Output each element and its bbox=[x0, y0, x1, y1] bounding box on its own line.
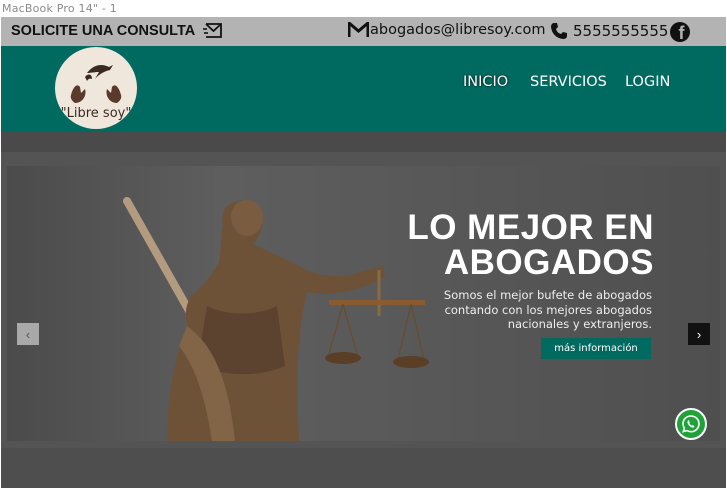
consult-link[interactable]: SOLICITE UNA CONSULTA bbox=[11, 22, 223, 39]
nav-login[interactable]: LOGIN bbox=[625, 74, 670, 90]
send-mail-icon bbox=[203, 23, 223, 38]
nav-servicios[interactable]: SERVICIOS bbox=[530, 74, 607, 90]
more-info-button[interactable]: más información bbox=[541, 338, 651, 359]
brand-logo[interactable]: "Libre soy" bbox=[55, 47, 137, 129]
nav-inicio[interactable]: INICIO bbox=[463, 74, 508, 90]
logo-text: "Libre soy" bbox=[60, 106, 132, 121]
hero-carousel: LO MEJOR EN ABOGADOS Somos el mejor bufe… bbox=[7, 166, 720, 441]
hero-title: LO MEJOR EN ABOGADOS bbox=[407, 210, 654, 280]
phone-icon bbox=[551, 23, 567, 39]
top-bar: SOLICITE UNA CONSULTA abogados@libresoy.… bbox=[1, 17, 726, 46]
swallow-hands-logo-icon bbox=[70, 65, 122, 103]
hero-title-line1: LO MEJOR EN bbox=[407, 208, 654, 247]
frame-label: MacBook Pro 14" - 1 bbox=[2, 2, 117, 15]
phone-contact: 5555555555 bbox=[550, 22, 668, 40]
consult-label: SOLICITE UNA CONSULTA bbox=[11, 22, 196, 39]
page-bottom-section bbox=[1, 448, 726, 488]
main-navbar: "Libre soy" INICIO SERVICIOS LOGIN bbox=[1, 46, 726, 132]
chevron-left-icon[interactable]: ‹ bbox=[17, 323, 39, 345]
hero-subtitle-line1: Somos el mejor bufete de abogados bbox=[443, 288, 652, 302]
email-text: abogados@libresoy.com bbox=[370, 22, 546, 38]
hero-title-line2: ABOGADOS bbox=[443, 243, 654, 282]
whatsapp-icon[interactable] bbox=[675, 408, 707, 440]
email-link[interactable]: abogados@libresoy.com bbox=[348, 22, 546, 38]
hero-subtitle-line2: contando con los mejores abogados bbox=[444, 302, 652, 317]
chevron-right-icon[interactable]: › bbox=[688, 323, 710, 345]
hero-subtitle: Somos el mejor bufete de abogados contan… bbox=[422, 288, 652, 332]
facebook-icon[interactable]: f bbox=[670, 22, 690, 42]
hero-subtitle-line3: nacionales y extranjeros. bbox=[507, 317, 652, 331]
page-frame: SOLICITE UNA CONSULTA abogados@libresoy.… bbox=[1, 17, 726, 488]
phone-number: 5555555555 bbox=[573, 22, 669, 40]
section-divider bbox=[1, 132, 726, 152]
gmail-icon bbox=[348, 22, 369, 37]
